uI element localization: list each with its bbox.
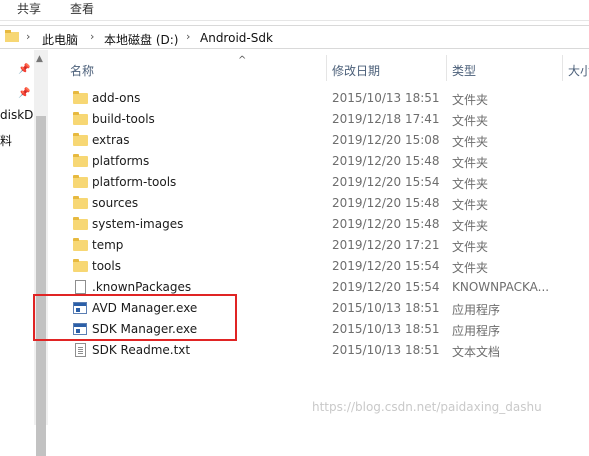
- chevron-right-icon[interactable]: ›: [186, 30, 190, 43]
- file-date: 2019/12/20 15:08: [332, 133, 440, 147]
- highlight-box: [33, 294, 237, 341]
- file-name: system-images: [92, 217, 184, 231]
- column-header-type[interactable]: 类型: [452, 62, 476, 79]
- folder-icon: [73, 238, 88, 252]
- file-row-add-ons[interactable]: add-ons 2015/10/13 18:51 文件夹: [48, 88, 589, 109]
- file-date: 2019/12/20 15:54: [332, 280, 440, 294]
- tab-view[interactable]: 查看: [70, 0, 94, 17]
- file-name: tools: [92, 259, 121, 273]
- file-name: SDK Readme.txt: [92, 343, 191, 357]
- file-name: sources: [92, 196, 139, 210]
- file-date: 2019/12/20 15:48: [332, 217, 440, 231]
- file-date: 2019/12/20 15:48: [332, 196, 440, 210]
- folder-icon: [73, 196, 88, 210]
- file-row-platform-tools[interactable]: platform-tools 2019/12/20 15:54 文件夹: [48, 172, 589, 193]
- breadcrumb-local-disk-d[interactable]: 本地磁盘 (D:): [104, 31, 178, 48]
- folder-icon: [73, 259, 88, 273]
- file-type: 文件夹: [452, 240, 489, 254]
- file-name: temp: [92, 238, 124, 252]
- column-header-row: ^ 名称 修改日期 类型 大小: [48, 55, 589, 81]
- navigation-pane: 📌 📌 diskD 料: [0, 50, 34, 425]
- breadcrumb-this-pc[interactable]: 此电脑: [42, 31, 78, 48]
- file-date: 2019/12/20 15:48: [332, 154, 440, 168]
- column-divider[interactable]: [562, 55, 563, 81]
- file-type: 文件夹: [452, 156, 489, 170]
- file-row-platforms[interactable]: platforms 2019/12/20 15:48 文件夹: [48, 151, 589, 172]
- file-row-extras[interactable]: extras 2019/12/20 15:08 文件夹: [48, 130, 589, 151]
- file-row-build-tools[interactable]: build-tools 2019/12/18 17:41 文件夹: [48, 109, 589, 130]
- file-name: .knownPackages: [92, 280, 192, 294]
- file-date: 2015/10/13 18:51: [332, 301, 440, 315]
- file-type: 文件夹: [452, 114, 489, 128]
- pin-icon[interactable]: 📌: [18, 64, 30, 75]
- nav-item-diskd[interactable]: diskD: [0, 108, 33, 122]
- folder-icon: [73, 112, 88, 126]
- sort-ascending-icon: ^: [238, 55, 247, 66]
- folder-icon: [73, 133, 88, 147]
- file-type: 应用程序: [452, 303, 501, 317]
- nav-scrollbar[interactable]: ▲: [34, 50, 48, 456]
- file-date: 2019/12/20 17:21: [332, 238, 440, 252]
- file-row-system-images[interactable]: system-images 2019/12/20 15:48 文件夹: [48, 214, 589, 235]
- file-date: 2015/10/13 18:51: [332, 343, 440, 357]
- folder-icon: [73, 217, 88, 231]
- file-row-tools[interactable]: tools 2019/12/20 15:54 文件夹: [48, 256, 589, 277]
- file-row-sdk-readme[interactable]: SDK Readme.txt 2015/10/13 18:51 文本文档: [48, 340, 589, 361]
- file-type: KNOWNPACKA...: [452, 280, 550, 294]
- text-file-icon: [73, 343, 88, 357]
- file-date: 2019/12/20 15:54: [332, 175, 440, 189]
- ribbon: 共享 查看: [0, 0, 589, 20]
- folder-icon: [73, 91, 88, 105]
- column-header-date[interactable]: 修改日期: [332, 62, 380, 79]
- file-type: 文件夹: [452, 93, 489, 107]
- file-type: 文件夹: [452, 261, 489, 275]
- file-name: extras: [92, 133, 130, 147]
- scroll-up-icon[interactable]: ▲: [36, 54, 43, 64]
- file-name: add-ons: [92, 91, 141, 105]
- file-type: 文件夹: [452, 198, 489, 212]
- chevron-right-icon[interactable]: ›: [26, 30, 30, 43]
- folder-icon: [5, 30, 19, 42]
- column-divider[interactable]: [326, 55, 327, 81]
- file-name: build-tools: [92, 112, 155, 126]
- file-name: platform-tools: [92, 175, 177, 189]
- tab-share[interactable]: 共享: [17, 0, 41, 17]
- file-type: 文本文档: [452, 345, 501, 359]
- column-divider[interactable]: [446, 55, 447, 81]
- file-type: 应用程序: [452, 324, 501, 338]
- watermark: https://blog.csdn.net/paidaxing_dashu: [312, 400, 542, 414]
- file-date: 2019/12/18 17:41: [332, 112, 440, 126]
- file-type: 文件夹: [452, 135, 489, 149]
- nav-item-partial[interactable]: 料: [0, 132, 12, 149]
- file-name: platforms: [92, 154, 150, 168]
- divider: [0, 20, 589, 21]
- file-icon: [73, 280, 88, 294]
- column-header-name[interactable]: 名称: [70, 62, 94, 79]
- file-row-temp[interactable]: temp 2019/12/20 17:21 文件夹: [48, 235, 589, 256]
- folder-icon: [73, 154, 88, 168]
- file-date: 2015/10/13 18:51: [332, 322, 440, 336]
- folder-icon: [73, 175, 88, 189]
- column-header-size[interactable]: 大小: [568, 62, 589, 79]
- file-type: 文件夹: [452, 177, 489, 191]
- pin-icon[interactable]: 📌: [18, 88, 30, 99]
- breadcrumb-android-sdk[interactable]: Android-Sdk: [200, 31, 273, 45]
- file-row-sources[interactable]: sources 2019/12/20 15:48 文件夹: [48, 193, 589, 214]
- file-type: 文件夹: [452, 219, 489, 233]
- file-date: 2015/10/13 18:51: [332, 91, 440, 105]
- chevron-right-icon[interactable]: ›: [90, 30, 94, 43]
- scrollbar-thumb[interactable]: [36, 116, 46, 456]
- file-date: 2019/12/20 15:54: [332, 259, 440, 273]
- address-bar[interactable]: › 此电脑 › 本地磁盘 (D:) › Android-Sdk: [0, 25, 589, 49]
